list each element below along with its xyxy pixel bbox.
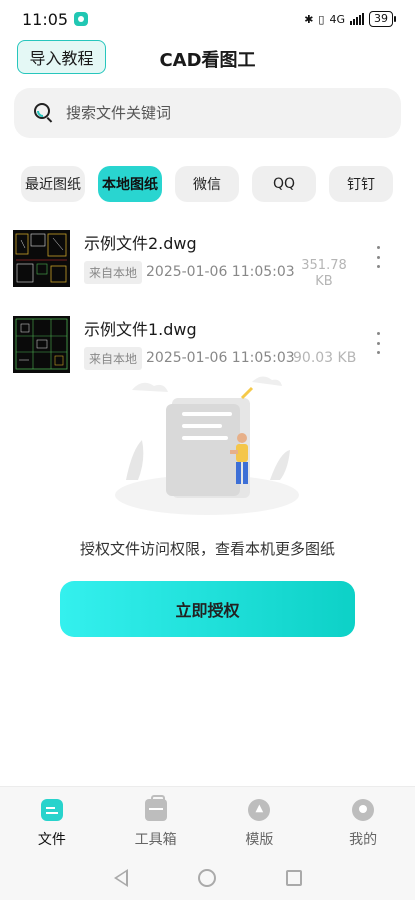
file-size: 90.03 KB	[293, 350, 357, 366]
file-size-unit: KB	[315, 274, 333, 289]
more-options-icon[interactable]	[370, 332, 386, 354]
search-icon	[34, 103, 54, 123]
nav-label: 文件	[37, 832, 66, 848]
system-navigation-bar	[0, 856, 415, 900]
back-icon[interactable]	[113, 869, 128, 887]
profile-icon	[352, 799, 375, 821]
file-icon	[40, 799, 63, 821]
home-icon[interactable]	[197, 869, 216, 887]
tab-qq[interactable]: QQ	[252, 166, 316, 202]
nav-item-templates[interactable]: 模版	[208, 787, 312, 856]
source-badge: 来自本地	[84, 347, 143, 370]
grant-permission-button[interactable]: 立即授权	[60, 581, 355, 637]
nav-item-files[interactable]: 文件	[0, 787, 104, 856]
signal-icon	[350, 13, 364, 25]
app-notification-icon	[74, 12, 89, 26]
app-header: 导入教程 CAD看图工	[0, 38, 415, 78]
source-badge: 来自本地	[84, 261, 143, 284]
permission-message: 授权文件访问权限，查看本机更多图纸	[79, 540, 335, 558]
tab-dingtalk[interactable]: 钉钉	[329, 166, 393, 202]
drawing-thumbnail	[13, 316, 70, 373]
template-icon	[248, 799, 271, 821]
file-date: 2025-01-06 11:05:03	[146, 350, 295, 366]
toolbox-icon	[144, 795, 167, 821]
nav-label: 我的	[349, 832, 378, 848]
search-input[interactable]	[66, 104, 366, 122]
file-size-value: 351.78	[301, 258, 347, 273]
file-size: 351.78 KB	[290, 258, 358, 290]
more-options-icon[interactable]	[370, 246, 386, 268]
status-right: ✱ ▯ 4G 39	[304, 11, 396, 27]
empty-state-illustration	[112, 370, 302, 520]
nav-label: 模版	[245, 832, 274, 848]
app-title: CAD看图工	[159, 50, 256, 71]
tab-wechat[interactable]: 微信	[175, 166, 239, 202]
source-tabs: 最近图纸 本地图纸 微信 QQ 钉钉	[21, 166, 393, 202]
status-left: 11:05	[22, 9, 89, 29]
battery-icon: 39	[369, 11, 396, 27]
file-list-item[interactable]: 示例文件2.dwg 来自本地 2025-01-06 11:05:03 351.7…	[0, 230, 415, 302]
bluetooth-icon: ✱	[304, 12, 314, 26]
file-name: 示例文件1.dwg	[84, 320, 197, 339]
status-time: 11:05	[22, 9, 69, 29]
tab-local[interactable]: 本地图纸	[98, 166, 162, 202]
search-bar[interactable]	[14, 88, 401, 138]
bottom-navigation: 文件 工具箱 模版 我的	[0, 786, 415, 856]
network-type: 4G	[329, 12, 345, 26]
file-name: 示例文件2.dwg	[84, 234, 197, 253]
recent-apps-icon[interactable]	[285, 870, 302, 886]
tab-recent[interactable]: 最近图纸	[21, 166, 85, 202]
vibrate-icon: ▯	[318, 12, 325, 26]
status-bar: 11:05 ✱ ▯ 4G 39	[0, 0, 415, 38]
drawing-thumbnail	[13, 230, 70, 287]
nav-label: 工具箱	[134, 832, 177, 848]
nav-item-toolbox[interactable]: 工具箱	[104, 787, 208, 856]
file-date: 2025-01-06 11:05:03	[146, 264, 295, 280]
nav-item-mine[interactable]: 我的	[311, 787, 415, 856]
